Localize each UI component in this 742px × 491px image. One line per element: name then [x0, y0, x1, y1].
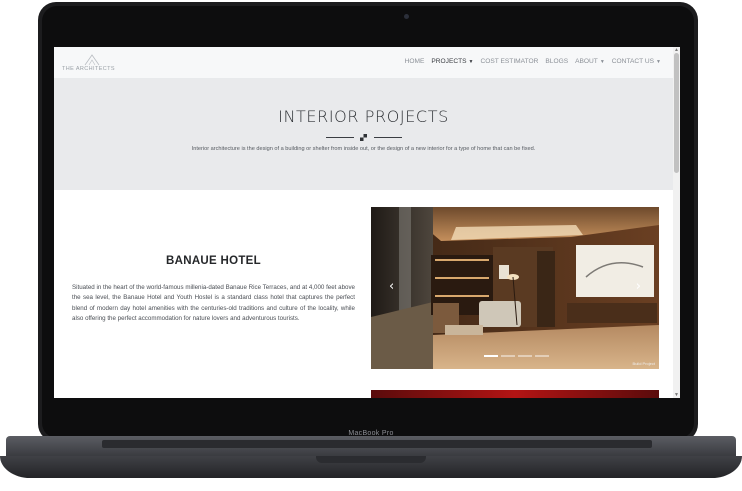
- hotel-room-photo: [371, 207, 659, 369]
- nav-item-home[interactable]: HOME: [405, 58, 425, 65]
- nav-item-cost-estimator[interactable]: COST ESTIMATOR: [480, 58, 538, 65]
- laptop-base-bottom: [0, 456, 742, 478]
- carousel-prev-button[interactable]: ‹: [389, 279, 394, 294]
- page-subtitle: Interior architecture is the design of a…: [191, 146, 536, 152]
- keyboard: [102, 440, 652, 448]
- navbar: THE ARCHITECTS HOME PROJECTS ▼ COST ESTIM…: [54, 47, 673, 79]
- carousel-indicators: [484, 355, 549, 357]
- scroll-down-icon[interactable]: ▼: [674, 392, 679, 398]
- logo-text: THE ARCHITECTS: [62, 66, 115, 72]
- caret-down-icon: ▼: [468, 59, 474, 65]
- laptop-base: MacBook Pro: [0, 430, 742, 484]
- nav-item-label: ABOUT: [575, 58, 598, 65]
- keyboard-deck: [6, 436, 736, 456]
- camera-icon: [404, 14, 409, 19]
- project-title: BANAUE HOTEL: [166, 255, 261, 267]
- carousel-indicator[interactable]: [518, 355, 532, 357]
- carousel-indicator[interactable]: [484, 355, 498, 357]
- nav-item-label: BLOGS: [545, 58, 569, 65]
- trackpad-notch: [316, 456, 426, 463]
- caret-down-icon: ▼: [599, 59, 605, 65]
- nav-item-blogs[interactable]: BLOGS: [545, 58, 568, 65]
- chevron-right-icon: ›: [635, 279, 641, 294]
- chevron-left-icon: ‹: [389, 279, 395, 294]
- nav-item-projects[interactable]: PROJECTS ▼: [431, 58, 473, 65]
- nav-item-label: CONTACT US: [611, 58, 655, 65]
- nav-item-label: PROJECTS: [431, 58, 467, 65]
- image-caption: Build Project: [632, 361, 655, 366]
- caret-down-icon: ▼: [656, 59, 661, 65]
- project-image-carousel[interactable]: ‹ › Build Project: [371, 207, 659, 369]
- nav-item-contact-us[interactable]: CONTACT US ▼: [612, 58, 661, 65]
- carousel-next-button[interactable]: ›: [636, 279, 641, 294]
- scrollbar[interactable]: ▲ ▼: [673, 47, 680, 398]
- scroll-thumb[interactable]: [674, 53, 679, 173]
- nav-item-label: HOME: [404, 58, 425, 65]
- page-title: INTERIOR PROJECTS: [278, 107, 449, 126]
- site-logo[interactable]: THE ARCHITECTS: [62, 54, 122, 74]
- divider-ornament-icon: [360, 134, 367, 141]
- nav-item-about[interactable]: ABOUT ▼: [575, 58, 605, 65]
- carousel-indicator[interactable]: [535, 355, 549, 357]
- nav-item-label: COST ESTIMATOR: [480, 58, 539, 65]
- browser-viewport: THE ARCHITECTS HOME PROJECTS ▼ COST ESTIM…: [54, 47, 680, 398]
- device-label: MacBook Pro: [348, 430, 394, 437]
- title-divider: [326, 133, 402, 141]
- hero-banner: INTERIOR PROJECTS Interior architecture …: [54, 79, 673, 190]
- carousel-indicator[interactable]: [501, 355, 515, 357]
- nav-menu: HOME PROJECTS ▼ COST ESTIMATOR BLOGS ABOU…: [405, 58, 661, 65]
- next-project-image-preview: [371, 390, 659, 398]
- project-description: Situated in the heart of the world-famou…: [72, 284, 355, 323]
- logo-mark-icon: [84, 54, 100, 66]
